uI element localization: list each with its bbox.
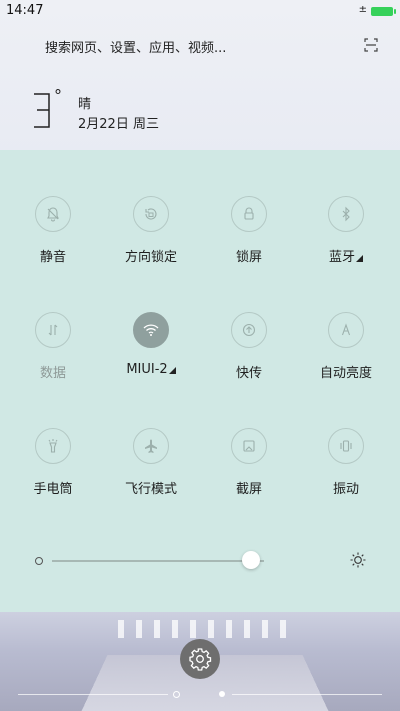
wallpaper-stripe <box>136 620 142 638</box>
wallpaper-stripe <box>154 620 160 638</box>
weather-condition: 晴 <box>78 97 92 112</box>
tile-vibrate[interactable]: 振动 <box>296 428 396 497</box>
tile-quick-transfer[interactable]: 快传 <box>199 312 299 381</box>
brightness-control <box>0 550 400 572</box>
gear-icon <box>189 648 212 671</box>
tile-label: MIUI-2 <box>126 362 168 377</box>
brightness-high-icon[interactable] <box>349 551 367 569</box>
tile-bluetooth[interactable]: 蓝牙 <box>296 196 396 265</box>
tile-label: 手电筒 <box>33 482 73 497</box>
temperature-digit <box>34 93 50 128</box>
mobile-data-icon <box>35 312 71 348</box>
tile-label: 静音 <box>39 250 66 265</box>
search-placeholder: 搜索网页、设置、应用、视频... <box>45 41 227 56</box>
pager-line-left <box>18 694 168 695</box>
tile-flashlight[interactable]: 手电筒 <box>3 428 103 497</box>
bell-off-icon <box>35 196 71 232</box>
lock-icon <box>231 196 267 232</box>
wifi-icon <box>133 312 169 348</box>
tile-label-wrap: 蓝牙 <box>296 246 396 265</box>
tile-label: 蓝牙 <box>328 250 355 265</box>
airplane-icon <box>133 428 169 464</box>
page-dot-1[interactable] <box>173 691 180 698</box>
tile-label: 方向锁定 <box>124 250 177 265</box>
quick-transfer-icon <box>231 312 267 348</box>
degree-symbol: ° <box>54 86 62 105</box>
tile-label: 截屏 <box>235 482 262 497</box>
tile-label: 振动 <box>332 482 359 497</box>
weather-widget[interactable]: 3 ° 晴 2月22日 周三 <box>0 86 400 138</box>
search-bar[interactable]: 搜索网页、设置、应用、视频... <box>0 30 400 60</box>
tile-mute[interactable]: 静音 <box>3 196 103 265</box>
tile-lock-screen[interactable]: 锁屏 <box>199 196 299 265</box>
page-indicator <box>0 691 400 699</box>
expand-arrow-icon[interactable] <box>356 255 363 262</box>
status-bar: 14:47 ± <box>0 0 400 22</box>
tile-label-wrap: MIUI-2 <box>101 362 201 377</box>
tile-label: 锁屏 <box>235 250 262 265</box>
tile-screenshot[interactable]: 截屏 <box>199 428 299 497</box>
flashlight-icon <box>35 428 71 464</box>
expand-arrow-icon[interactable] <box>168 367 176 374</box>
quick-settings-panel: 静音 方向锁定 锁屏 蓝牙 数据 MIUI-2 快传 自动亮度 手电筒 飞行模式… <box>0 150 400 612</box>
wallpaper-stripe <box>280 620 286 638</box>
vibrate-icon <box>328 428 364 464</box>
wallpaper-stripe <box>226 620 232 638</box>
tile-label: 自动亮度 <box>319 366 372 381</box>
tile-airplane-mode[interactable]: 飞行模式 <box>101 428 201 497</box>
battery-icon <box>371 7 396 16</box>
page-dot-2[interactable] <box>219 691 225 697</box>
rotation-lock-icon <box>133 196 169 232</box>
tile-mobile-data[interactable]: 数据 <box>3 312 103 381</box>
wallpaper-stripe <box>190 620 196 638</box>
status-time: 14:47 <box>6 3 44 18</box>
screenshot-icon <box>231 428 267 464</box>
weather-text: 晴 2月22日 周三 <box>78 95 159 135</box>
auto-brightness-icon <box>328 312 364 348</box>
charging-icon: ± <box>358 4 367 15</box>
tile-rotation-lock[interactable]: 方向锁定 <box>101 196 201 265</box>
settings-button[interactable] <box>180 639 220 679</box>
wallpaper-stripe <box>172 620 178 638</box>
brightness-thumb[interactable] <box>242 551 261 569</box>
wallpaper-stripe <box>262 620 268 638</box>
tile-auto-brightness[interactable]: 自动亮度 <box>296 312 396 381</box>
wallpaper-area <box>0 612 400 711</box>
wallpaper-stripe <box>244 620 250 638</box>
tile-label: 飞行模式 <box>124 482 177 497</box>
wallpaper-stripe <box>208 620 214 638</box>
bluetooth-icon <box>328 196 364 232</box>
tile-label: 数据 <box>39 366 66 381</box>
pager-line-right <box>232 694 382 695</box>
brightness-low-icon <box>35 557 43 565</box>
scan-icon[interactable] <box>364 38 378 52</box>
tile-wifi[interactable]: MIUI-2 <box>101 312 201 377</box>
tile-label: 快传 <box>235 366 262 381</box>
weather-date: 2月22日 周三 <box>78 117 159 132</box>
brightness-slider[interactable] <box>52 560 264 562</box>
wallpaper-stripe <box>118 620 124 638</box>
